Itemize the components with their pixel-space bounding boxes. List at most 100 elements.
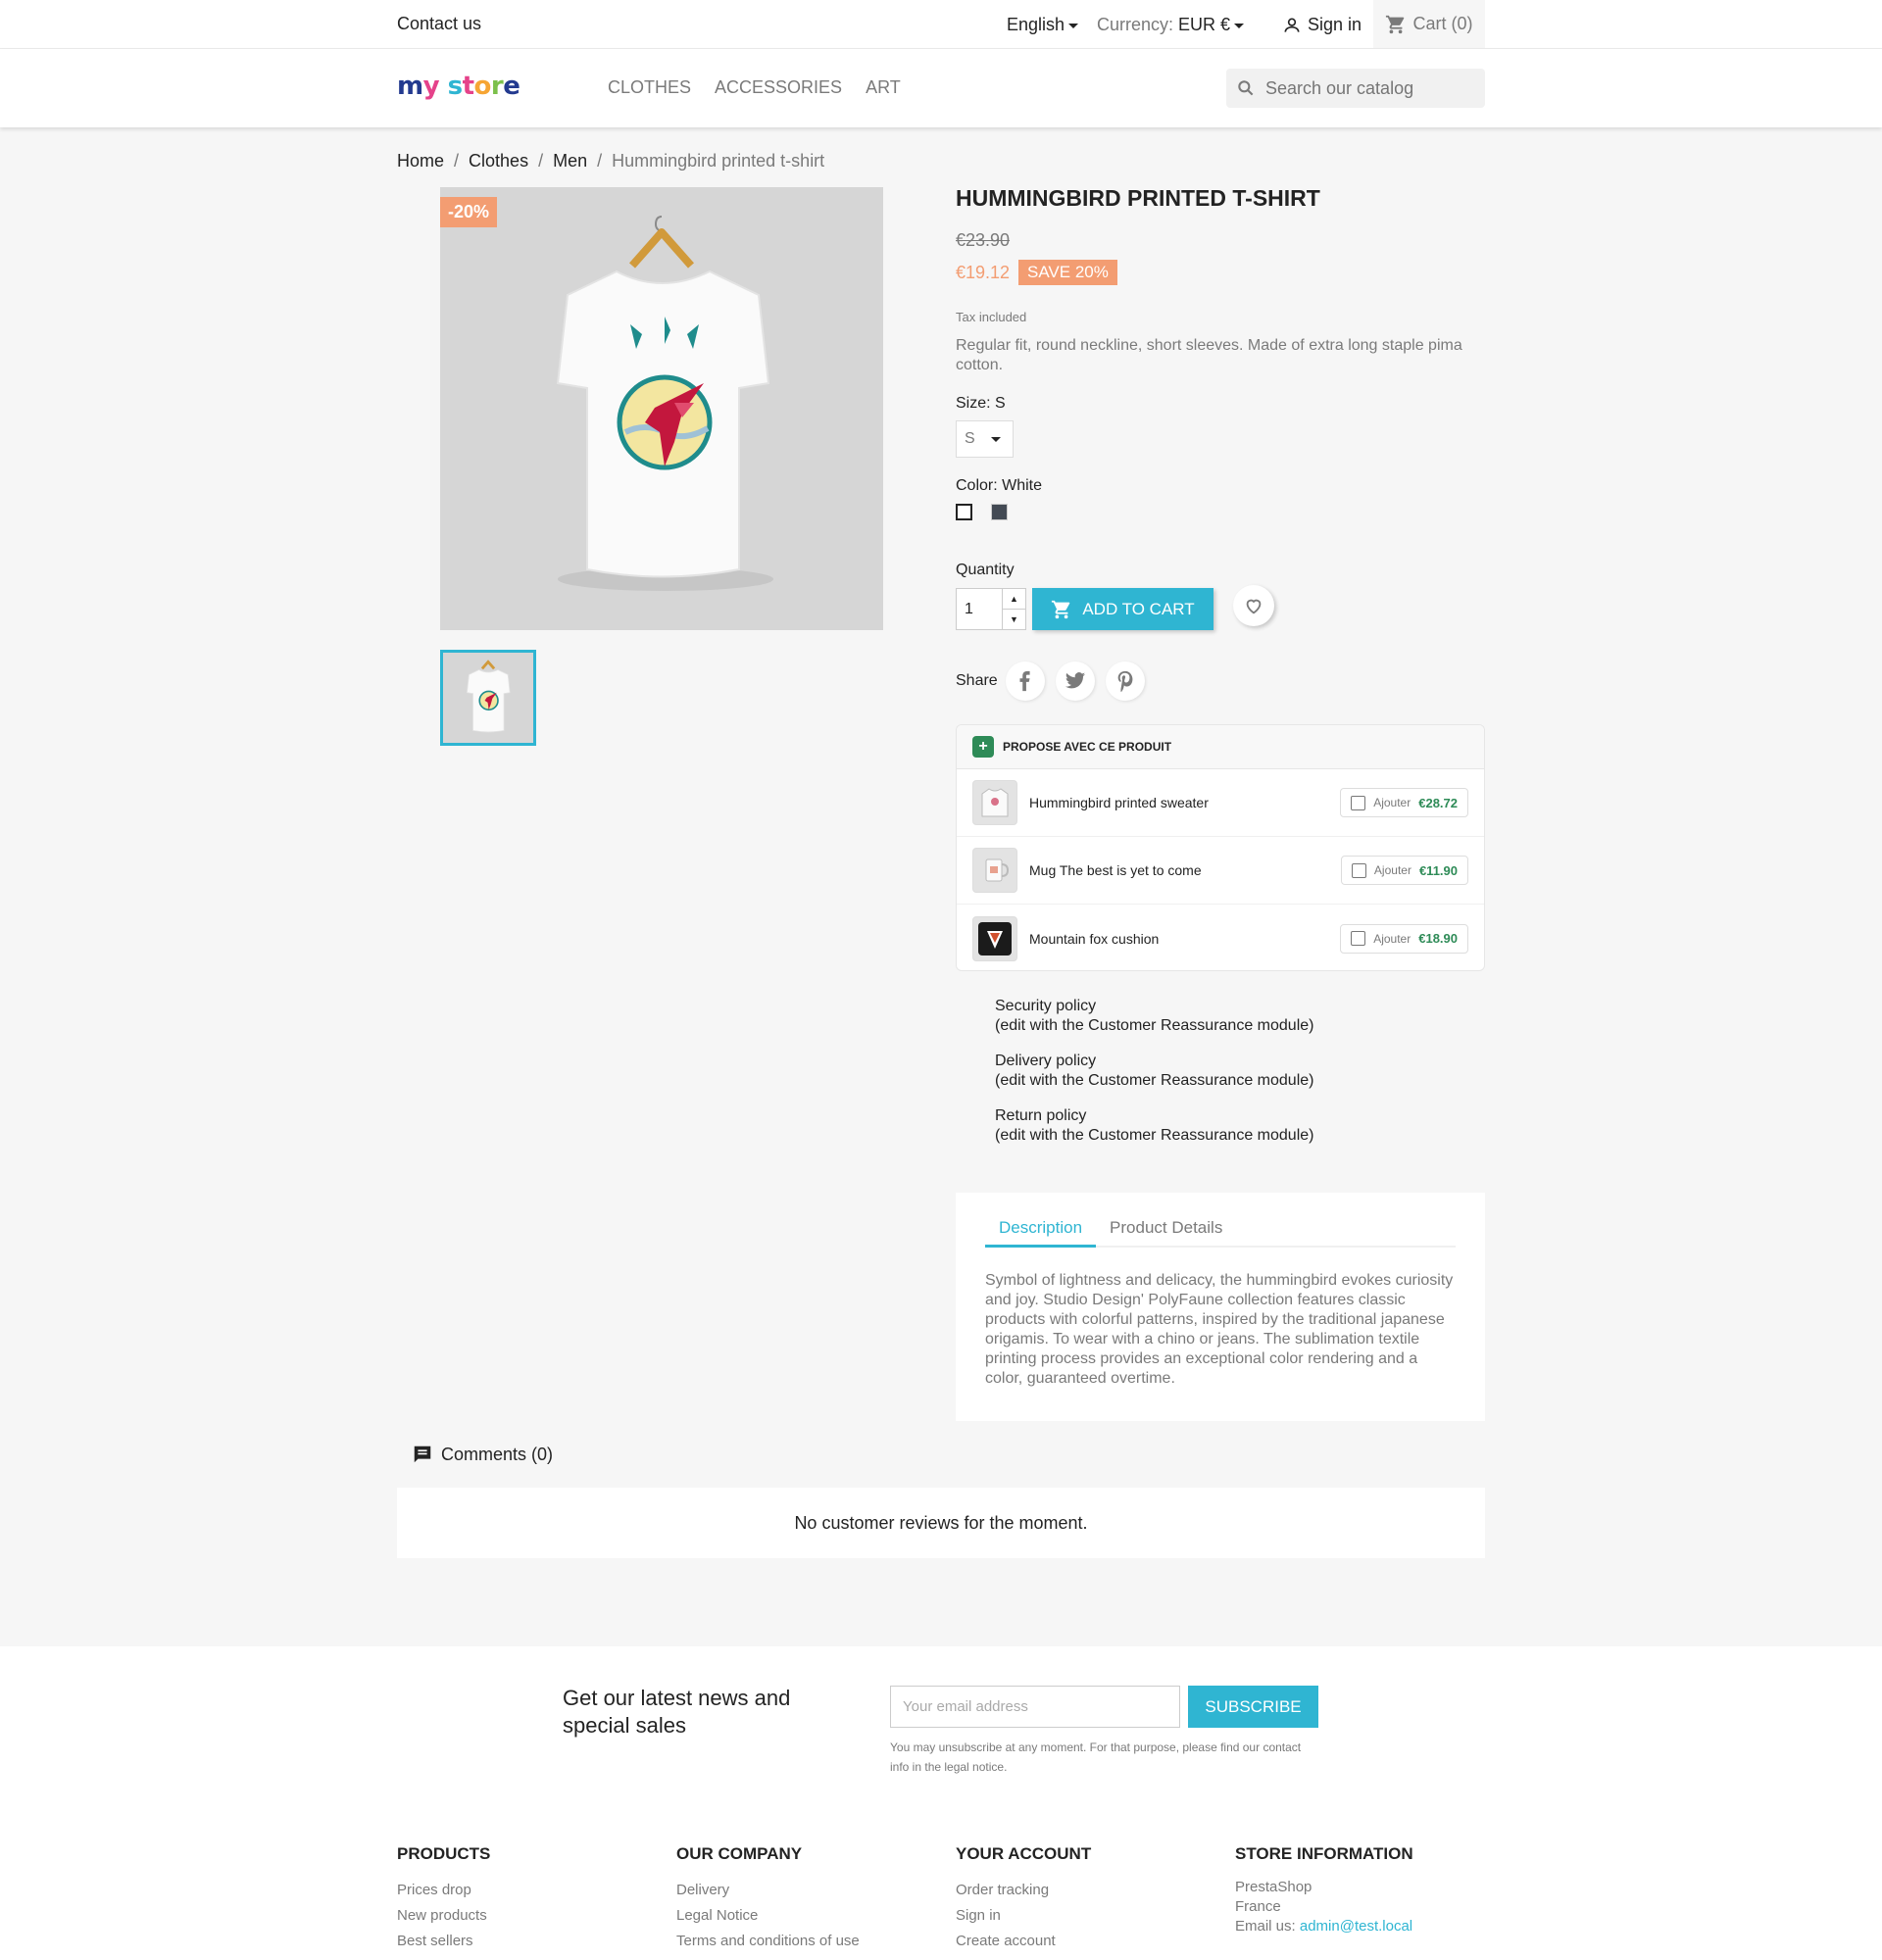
breadcrumb-separator: / — [597, 151, 603, 171]
chevron-up-icon[interactable]: ▲ — [1003, 589, 1025, 610]
add-to-cart-button[interactable]: ADD TO CART — [1032, 588, 1213, 630]
reassurance-note: (edit with the Customer Reassurance modu… — [995, 1017, 1314, 1034]
cart-icon — [1386, 15, 1405, 33]
twitter-icon — [1065, 672, 1086, 689]
main-header: my store CLOTHES ACCESSORIES ART — [0, 49, 1882, 127]
footer-link[interactable]: Best sellers — [397, 1929, 490, 1954]
checkbox[interactable] — [1351, 931, 1366, 946]
breadcrumb-current: Hummingbird printed t-shirt — [612, 151, 825, 171]
breadcrumb-home[interactable]: Home — [397, 151, 444, 172]
checkbox[interactable] — [1351, 795, 1366, 810]
newsletter-email-input[interactable]: Your email address — [890, 1686, 1180, 1728]
item-price: €28.72 — [1418, 795, 1458, 810]
footer-products: PRODUCTS Prices drop New products Best s… — [397, 1844, 490, 1954]
add-label: Ajouter — [1373, 931, 1412, 946]
tab-bar: Description Product Details — [985, 1218, 1456, 1248]
color-swatch-black[interactable] — [991, 504, 1008, 520]
footer-link[interactable]: Create account — [956, 1929, 1091, 1954]
footer-link[interactable]: Sign in — [956, 1903, 1091, 1929]
footer-account: YOUR ACCOUNT Order tracking Sign in Crea… — [956, 1844, 1091, 1954]
product-thumbnail[interactable] — [440, 650, 536, 746]
breadcrumb-separator: / — [454, 151, 460, 171]
caret-down-icon — [990, 436, 1001, 442]
tab-description[interactable]: Description — [985, 1218, 1097, 1248]
product-name[interactable]: Mountain fox cushion — [1029, 931, 1340, 947]
add-item-toggle[interactable]: Ajouter €28.72 — [1340, 788, 1468, 817]
checkbox[interactable] — [1351, 862, 1366, 878]
product-main-image[interactable] — [440, 187, 883, 630]
breadcrumb-clothes[interactable]: Clothes — [469, 151, 528, 172]
reassurance-title: Return policy — [995, 1107, 1087, 1124]
quantity-input[interactable]: 1 — [957, 589, 1002, 629]
contact-link[interactable]: Contact us — [397, 14, 481, 34]
cushion-image — [978, 921, 1012, 956]
tab-product-details[interactable]: Product Details — [1096, 1218, 1236, 1248]
item-price: €18.90 — [1418, 931, 1458, 946]
cart-button[interactable]: Cart (0) — [1373, 0, 1485, 48]
newsletter-heading: Get our latest news and special sales — [563, 1686, 791, 1738]
currency-selector[interactable]: Currency: EUR € — [1097, 15, 1245, 35]
facebook-share-button[interactable] — [1006, 662, 1045, 701]
color-swatch-white[interactable] — [956, 504, 972, 520]
product-thumbnail[interactable] — [972, 915, 1017, 961]
pinterest-icon — [1117, 670, 1133, 692]
menu-item-art[interactable]: ART — [866, 77, 901, 98]
quantity-label: Quantity — [956, 562, 1015, 578]
add-label: Ajouter — [1373, 863, 1412, 877]
product-name[interactable]: Hummingbird printed sweater — [1029, 795, 1340, 810]
footer-link[interactable]: Legal Notice — [676, 1903, 860, 1929]
share-label: Share — [956, 672, 998, 689]
pinterest-share-button[interactable] — [1106, 662, 1145, 701]
footer-store-info: STORE INFORMATION PrestaShop France Emai… — [1235, 1844, 1413, 1936]
comment-icon — [414, 1446, 431, 1463]
no-reviews-message: No customer reviews for the moment. — [397, 1488, 1485, 1558]
language-label: English — [1007, 15, 1065, 34]
footer-link[interactable]: Delivery — [676, 1878, 860, 1903]
signin-link[interactable]: Sign in — [1282, 15, 1362, 35]
item-price: €11.90 — [1418, 862, 1458, 878]
product-short-description: Regular fit, round neckline, short sleev… — [956, 337, 1462, 373]
wishlist-button[interactable] — [1233, 585, 1274, 626]
product-thumbnail[interactable] — [972, 780, 1017, 825]
tshirt-thumbnail-image — [466, 660, 511, 733]
twitter-share-button[interactable] — [1056, 662, 1095, 701]
quantity-stepper: 1 ▲ ▼ — [956, 588, 1026, 630]
description-text: Symbol of lightness and delicacy, the hu… — [985, 1272, 1454, 1387]
cart-label: Cart (0) — [1412, 14, 1473, 33]
plus-icon: + — [972, 736, 994, 758]
store-email-label: Email us: — [1235, 1918, 1296, 1935]
comments-label: Comments (0) — [441, 1444, 554, 1464]
color-label: Color: White — [956, 477, 1043, 494]
main-menu: CLOTHES ACCESSORIES ART — [608, 77, 901, 98]
caret-down-icon — [1234, 23, 1245, 28]
caret-down-icon — [1068, 23, 1079, 28]
store-logo[interactable]: my store — [397, 72, 520, 101]
store-email-link[interactable]: admin@test.local — [1300, 1918, 1412, 1935]
comments-header: Comments (0) — [412, 1444, 553, 1465]
tax-note: Tax included — [956, 310, 1027, 324]
product-tabs: Description Product Details Symbol of li… — [956, 1193, 1485, 1421]
breadcrumb-men[interactable]: Men — [553, 151, 587, 172]
footer-link[interactable]: Prices drop — [397, 1878, 490, 1903]
menu-item-accessories[interactable]: ACCESSORIES — [715, 77, 842, 98]
language-selector[interactable]: English — [1007, 15, 1079, 35]
footer-link[interactable]: Terms and conditions of use — [676, 1929, 860, 1954]
search-input[interactable] — [1265, 77, 1471, 99]
footer-link[interactable]: Order tracking — [956, 1878, 1091, 1903]
list-item: Mountain fox cushion Ajouter €18.90 — [957, 905, 1484, 970]
add-item-toggle[interactable]: Ajouter €18.90 — [1340, 923, 1468, 954]
footer-link[interactable]: New products — [397, 1903, 490, 1929]
regular-price: €23.90 — [956, 230, 1011, 250]
sweater-image — [981, 788, 1009, 817]
size-select[interactable]: S — [956, 420, 1014, 458]
product-name[interactable]: Mug The best is yet to come — [1029, 862, 1341, 878]
reassurance-title: Security policy — [995, 998, 1097, 1014]
signin-label: Sign in — [1308, 15, 1362, 34]
chevron-down-icon[interactable]: ▼ — [1003, 610, 1025, 629]
menu-item-clothes[interactable]: CLOTHES — [608, 77, 691, 98]
reassurance-title: Delivery policy — [995, 1053, 1097, 1069]
subscribe-button[interactable]: SUBSCRIBE — [1188, 1686, 1318, 1728]
search-icon[interactable] — [1236, 78, 1256, 98]
add-item-toggle[interactable]: Ajouter €11.90 — [1340, 856, 1468, 885]
product-thumbnail[interactable] — [972, 848, 1017, 893]
